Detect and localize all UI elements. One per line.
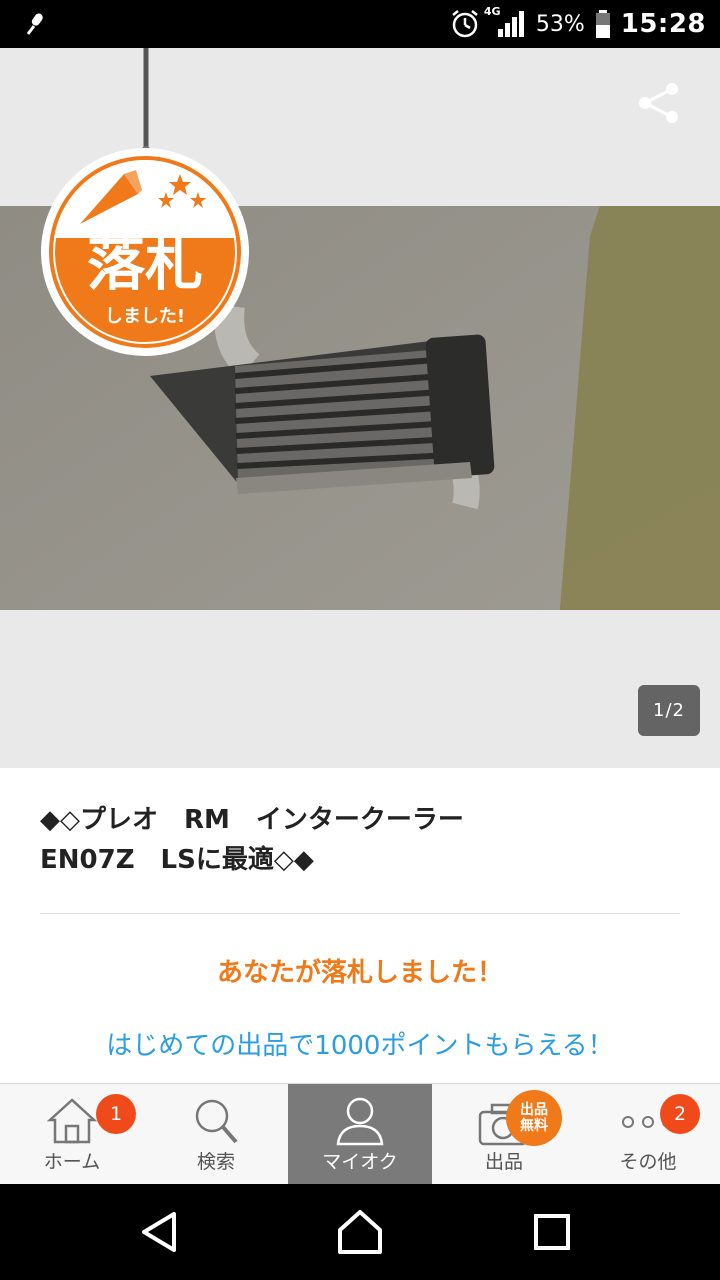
system-navigation-bar — [0, 1184, 720, 1280]
bottom-navigation: 1 ホーム 検索 マイオク 出品 無料 出品 2 その他 — [0, 1083, 720, 1184]
won-message: あなたが落札しました！ — [216, 958, 503, 988]
nav-sell-label: 出品 — [484, 1151, 523, 1173]
listing-title: ◆◇プレオ RM インタークーラー EN07Z LSに最適◇◆ — [40, 805, 464, 875]
status-icons: 4G 53% 15:28 — [450, 0, 706, 48]
divider — [40, 913, 680, 914]
alarm-icon — [452, 10, 478, 38]
signal-icon: 4G — [484, 5, 526, 39]
battery-icon — [595, 10, 610, 38]
recent-apps-icon[interactable] — [528, 1208, 576, 1256]
status-bar: 4G 53% 15:28 — [0, 0, 720, 48]
nav-home[interactable]: 1 ホーム — [0, 1084, 144, 1184]
product-image-viewer[interactable]: 落札 しました! 1/2 — [0, 48, 720, 768]
nav-home-label: ホーム — [43, 1151, 101, 1173]
nav-search[interactable]: 検索 — [144, 1084, 288, 1184]
microphone-off-icon — [26, 13, 43, 35]
back-icon[interactable] — [136, 1208, 184, 1256]
battery-percent: 53% — [535, 11, 585, 37]
won-badge: 落札 しました! — [40, 48, 250, 358]
won-badge-sub-text: しました! — [104, 306, 186, 327]
search-icon — [195, 1099, 238, 1144]
user-icon — [336, 1097, 384, 1146]
home-button-icon[interactable] — [336, 1208, 384, 1256]
sell-free-badge: 出品 無料 — [506, 1090, 562, 1146]
home-icon — [46, 1098, 98, 1144]
nav-sell[interactable]: 出品 無料 出品 — [432, 1084, 576, 1184]
nav-search-label: 検索 — [196, 1151, 235, 1173]
clock: 15:28 — [620, 9, 706, 39]
other-notification-badge: 2 — [660, 1094, 700, 1134]
nav-myauc-label: マイオク — [322, 1151, 398, 1173]
home-notification-badge: 1 — [96, 1094, 136, 1134]
image-page-indicator: 1/2 — [638, 685, 700, 736]
won-badge-main-text: 落札 — [86, 230, 203, 298]
nav-other[interactable]: 2 その他 — [576, 1084, 720, 1184]
promo-link[interactable]: はじめての出品で1000ポイントもらえる！ — [0, 1025, 720, 1062]
share-icon[interactable] — [636, 80, 682, 126]
nav-myauc[interactable]: マイオク — [288, 1084, 432, 1184]
network-type: 4G — [483, 5, 501, 18]
nav-other-label: その他 — [619, 1151, 677, 1173]
